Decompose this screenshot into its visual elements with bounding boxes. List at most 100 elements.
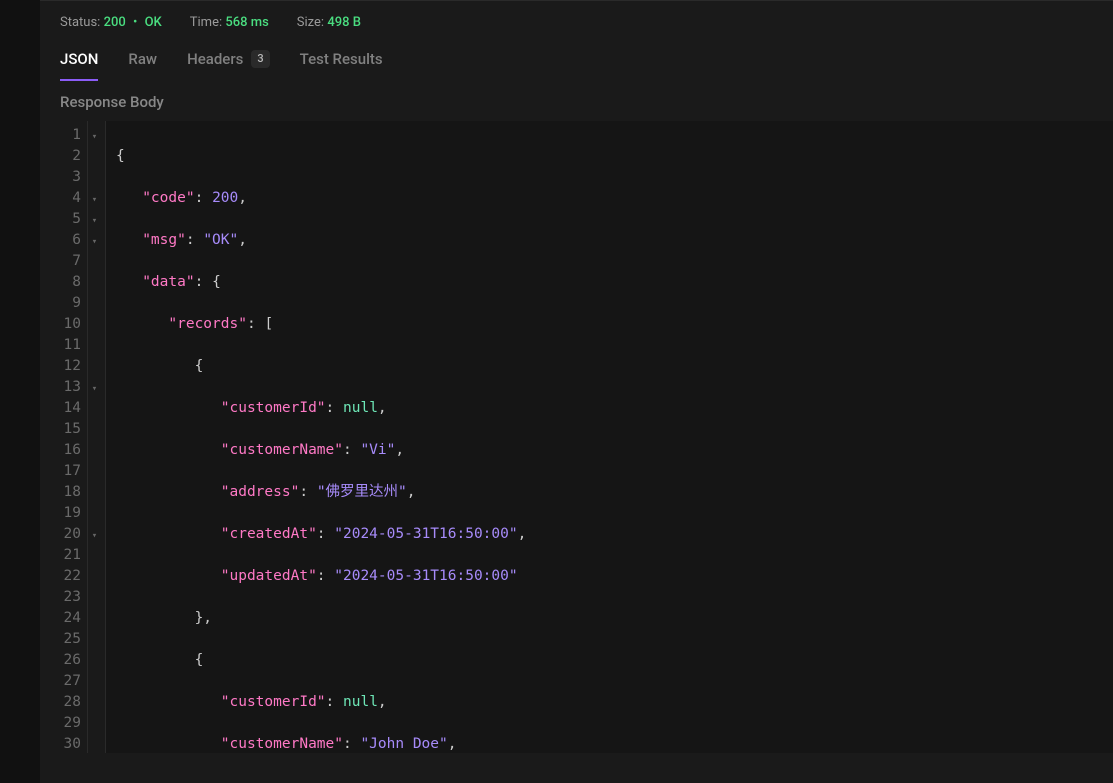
response-tabs: JSON Raw Headers 3 Test Results bbox=[40, 40, 1113, 81]
fold-cell bbox=[90, 566, 99, 587]
fold-toggle-icon[interactable]: ▾ bbox=[92, 190, 97, 211]
status-code-group: Status: 200 • OK bbox=[60, 15, 162, 30]
tab-json-label: JSON bbox=[60, 50, 98, 68]
line-number: 15 bbox=[58, 419, 81, 440]
code-line: "data": { bbox=[116, 272, 526, 293]
size-label: Size: bbox=[297, 15, 324, 30]
fold-cell bbox=[90, 335, 99, 356]
time-value: 568 ms bbox=[225, 15, 268, 30]
line-number: 16 bbox=[58, 440, 81, 461]
line-number-gutter: 1234567891011121314151617181920212223242… bbox=[40, 121, 88, 753]
tab-raw[interactable]: Raw bbox=[128, 40, 157, 80]
code-line: { bbox=[116, 650, 526, 671]
fold-cell bbox=[90, 251, 99, 272]
fold-cell bbox=[90, 545, 99, 566]
tab-headers[interactable]: Headers 3 bbox=[187, 40, 270, 80]
status-bar: Status: 200 • OK Time: 568 ms Size: 498 … bbox=[40, 1, 1113, 40]
line-number: 4 bbox=[58, 188, 81, 209]
fold-cell bbox=[90, 629, 99, 650]
fold-cell bbox=[90, 608, 99, 629]
status-size-group: Size: 498 B bbox=[297, 15, 361, 30]
code-line: "customerId": null, bbox=[116, 398, 526, 419]
line-number: 20 bbox=[58, 524, 81, 545]
line-number: 28 bbox=[58, 692, 81, 713]
code-line: "customerName": "John Doe", bbox=[116, 734, 526, 753]
code-line: "updatedAt": "2024-05-31T16:50:00" bbox=[116, 566, 526, 587]
code-line: "msg": "OK", bbox=[116, 230, 526, 251]
tab-raw-label: Raw bbox=[128, 50, 157, 68]
fold-cell bbox=[90, 146, 99, 167]
line-number: 1 bbox=[58, 125, 81, 146]
fold-cell bbox=[90, 482, 99, 503]
line-number: 25 bbox=[58, 629, 81, 650]
fold-cell bbox=[90, 398, 99, 419]
fold-toggle-icon[interactable]: ▾ bbox=[92, 127, 97, 148]
fold-gutter: ▾▾▾▾▾▾ bbox=[88, 121, 106, 753]
code-line: "code": 200, bbox=[116, 188, 526, 209]
line-number: 11 bbox=[58, 335, 81, 356]
line-number: 26 bbox=[58, 650, 81, 671]
status-separator-dot: • bbox=[133, 15, 137, 30]
fold-toggle-icon[interactable]: ▾ bbox=[92, 232, 97, 253]
line-number: 13 bbox=[58, 377, 81, 398]
line-number: 2 bbox=[58, 146, 81, 167]
fold-cell: ▾ bbox=[90, 188, 99, 209]
line-number: 10 bbox=[58, 314, 81, 335]
status-code: 200 bbox=[104, 15, 126, 30]
response-panel: Status: 200 • OK Time: 568 ms Size: 498 … bbox=[40, 0, 1113, 783]
fold-cell: ▾ bbox=[90, 209, 99, 230]
fold-cell bbox=[90, 650, 99, 671]
line-number: 24 bbox=[58, 608, 81, 629]
status-text: OK bbox=[145, 15, 162, 30]
code-line: "address": "佛罗里达州", bbox=[116, 482, 526, 503]
line-number: 18 bbox=[58, 482, 81, 503]
tab-headers-label: Headers bbox=[187, 50, 243, 68]
line-number: 6 bbox=[58, 230, 81, 251]
code-line: "createdAt": "2024-05-31T16:50:00", bbox=[116, 524, 526, 545]
line-number: 9 bbox=[58, 293, 81, 314]
line-number: 17 bbox=[58, 461, 81, 482]
fold-cell bbox=[90, 692, 99, 713]
fold-cell: ▾ bbox=[90, 230, 99, 251]
line-number: 7 bbox=[58, 251, 81, 272]
fold-toggle-icon[interactable]: ▾ bbox=[92, 379, 97, 400]
status-time-group: Time: 568 ms bbox=[190, 15, 269, 30]
line-number: 12 bbox=[58, 356, 81, 377]
tab-test-results-label: Test Results bbox=[300, 50, 383, 68]
tab-json[interactable]: JSON bbox=[60, 40, 98, 80]
fold-cell bbox=[90, 734, 99, 753]
line-number: 5 bbox=[58, 209, 81, 230]
size-value: 498 B bbox=[327, 15, 361, 30]
line-number: 14 bbox=[58, 398, 81, 419]
code-line: "customerName": "Vi", bbox=[116, 440, 526, 461]
line-number: 27 bbox=[58, 671, 81, 692]
fold-cell bbox=[90, 461, 99, 482]
status-label: Status: bbox=[60, 15, 100, 30]
line-number: 30 bbox=[58, 734, 81, 753]
line-number: 8 bbox=[58, 272, 81, 293]
fold-cell bbox=[90, 671, 99, 692]
fold-cell bbox=[90, 272, 99, 293]
fold-cell bbox=[90, 356, 99, 377]
code-editor[interactable]: 1234567891011121314151617181920212223242… bbox=[40, 121, 1113, 753]
fold-cell bbox=[90, 440, 99, 461]
line-number: 23 bbox=[58, 587, 81, 608]
fold-toggle-icon[interactable]: ▾ bbox=[92, 211, 97, 232]
line-number: 22 bbox=[58, 566, 81, 587]
fold-cell: ▾ bbox=[90, 524, 99, 545]
code-line: { bbox=[116, 356, 526, 377]
fold-cell bbox=[90, 419, 99, 440]
fold-cell bbox=[90, 314, 99, 335]
line-number: 3 bbox=[58, 167, 81, 188]
time-label: Time: bbox=[190, 15, 222, 30]
tab-test-results[interactable]: Test Results bbox=[300, 40, 383, 80]
code-content: { "code": 200, "msg": "OK", "data": { "r… bbox=[106, 121, 536, 753]
line-number: 19 bbox=[58, 503, 81, 524]
fold-cell bbox=[90, 503, 99, 524]
fold-cell bbox=[90, 713, 99, 734]
line-number: 21 bbox=[58, 545, 81, 566]
code-line: "customerId": null, bbox=[116, 692, 526, 713]
fold-toggle-icon[interactable]: ▾ bbox=[92, 526, 97, 547]
fold-cell: ▾ bbox=[90, 125, 99, 146]
response-body-title: Response Body bbox=[40, 81, 1113, 121]
